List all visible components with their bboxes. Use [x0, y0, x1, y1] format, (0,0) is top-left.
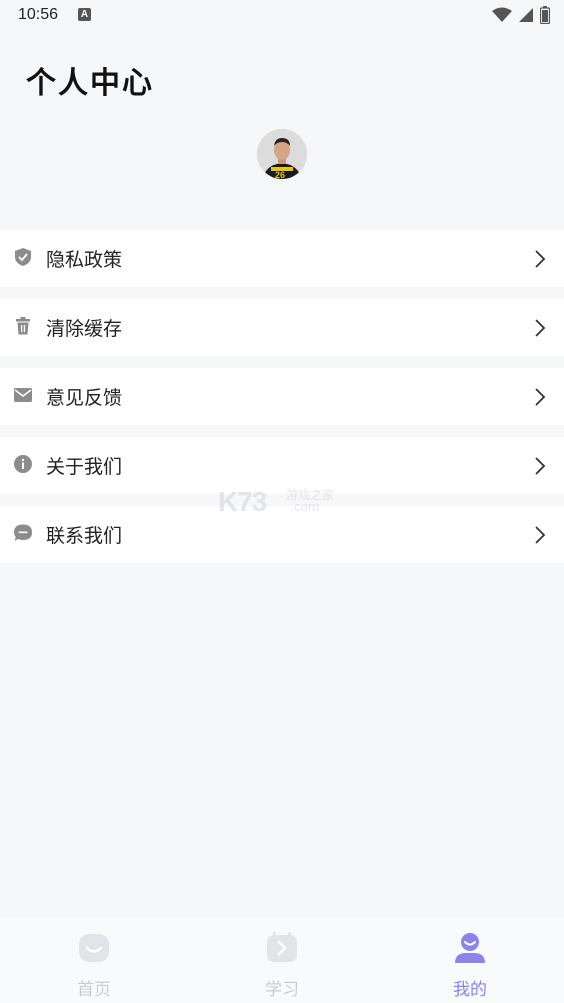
- shield-icon: [15, 248, 31, 266]
- battery-icon: [540, 6, 550, 24]
- chevron-right-icon: [535, 457, 546, 475]
- bottom-nav: 首页 学习 我的: [0, 917, 564, 1003]
- menu-item-clear-cache[interactable]: 清除缓存: [0, 299, 564, 356]
- tab-label-home: 首页: [77, 980, 111, 1000]
- chevron-right-icon: [535, 526, 546, 544]
- page-title: 个人中心: [26, 66, 154, 101]
- study-icon: [267, 932, 297, 962]
- svg-text:26: 26: [275, 170, 285, 179]
- watermark-brand: K73: [218, 486, 267, 517]
- menu-label-contact-us: 联系我们: [46, 525, 123, 547]
- tab-label-profile: 我的: [453, 980, 487, 1000]
- status-bar: 10:56 A: [0, 0, 564, 32]
- cellular-icon: [519, 8, 533, 22]
- status-time: 10:56: [18, 6, 59, 23]
- mail-icon: [14, 388, 32, 402]
- avatar[interactable]: 26: [257, 129, 307, 179]
- profile-icon: [455, 933, 485, 963]
- home-face-icon: [79, 934, 109, 962]
- menu-label-clear-cache: 清除缓存: [46, 318, 123, 340]
- notification-icon: A: [78, 8, 91, 21]
- menu-item-feedback[interactable]: 意见反馈: [0, 368, 564, 425]
- status-indicators: [492, 6, 550, 24]
- tab-label-study: 学习: [265, 980, 299, 1000]
- chat-icon: [14, 524, 32, 541]
- watermark-line2: .com: [290, 500, 320, 514]
- chevron-right-icon: [535, 250, 546, 268]
- settings-menu: 隐私政策 清除缓存 意见反馈 关于我们 联系我们: [0, 230, 564, 575]
- trash-icon: [16, 317, 30, 335]
- tab-study[interactable]: 学习: [188, 917, 376, 1003]
- tab-profile[interactable]: 我的: [376, 917, 564, 1003]
- wifi-icon: [492, 7, 512, 22]
- tab-home[interactable]: 首页: [0, 917, 188, 1003]
- menu-label-privacy-policy: 隐私政策: [46, 249, 123, 271]
- avatar-image: 26: [257, 129, 307, 179]
- chevron-right-icon: [535, 319, 546, 337]
- watermark: K73 游戏之家 .com: [218, 486, 348, 517]
- menu-label-feedback: 意见反馈: [46, 387, 123, 409]
- menu-label-about-us: 关于我们: [46, 456, 123, 478]
- menu-item-privacy-policy[interactable]: 隐私政策: [0, 230, 564, 287]
- chevron-right-icon: [535, 388, 546, 406]
- info-icon: [14, 455, 32, 473]
